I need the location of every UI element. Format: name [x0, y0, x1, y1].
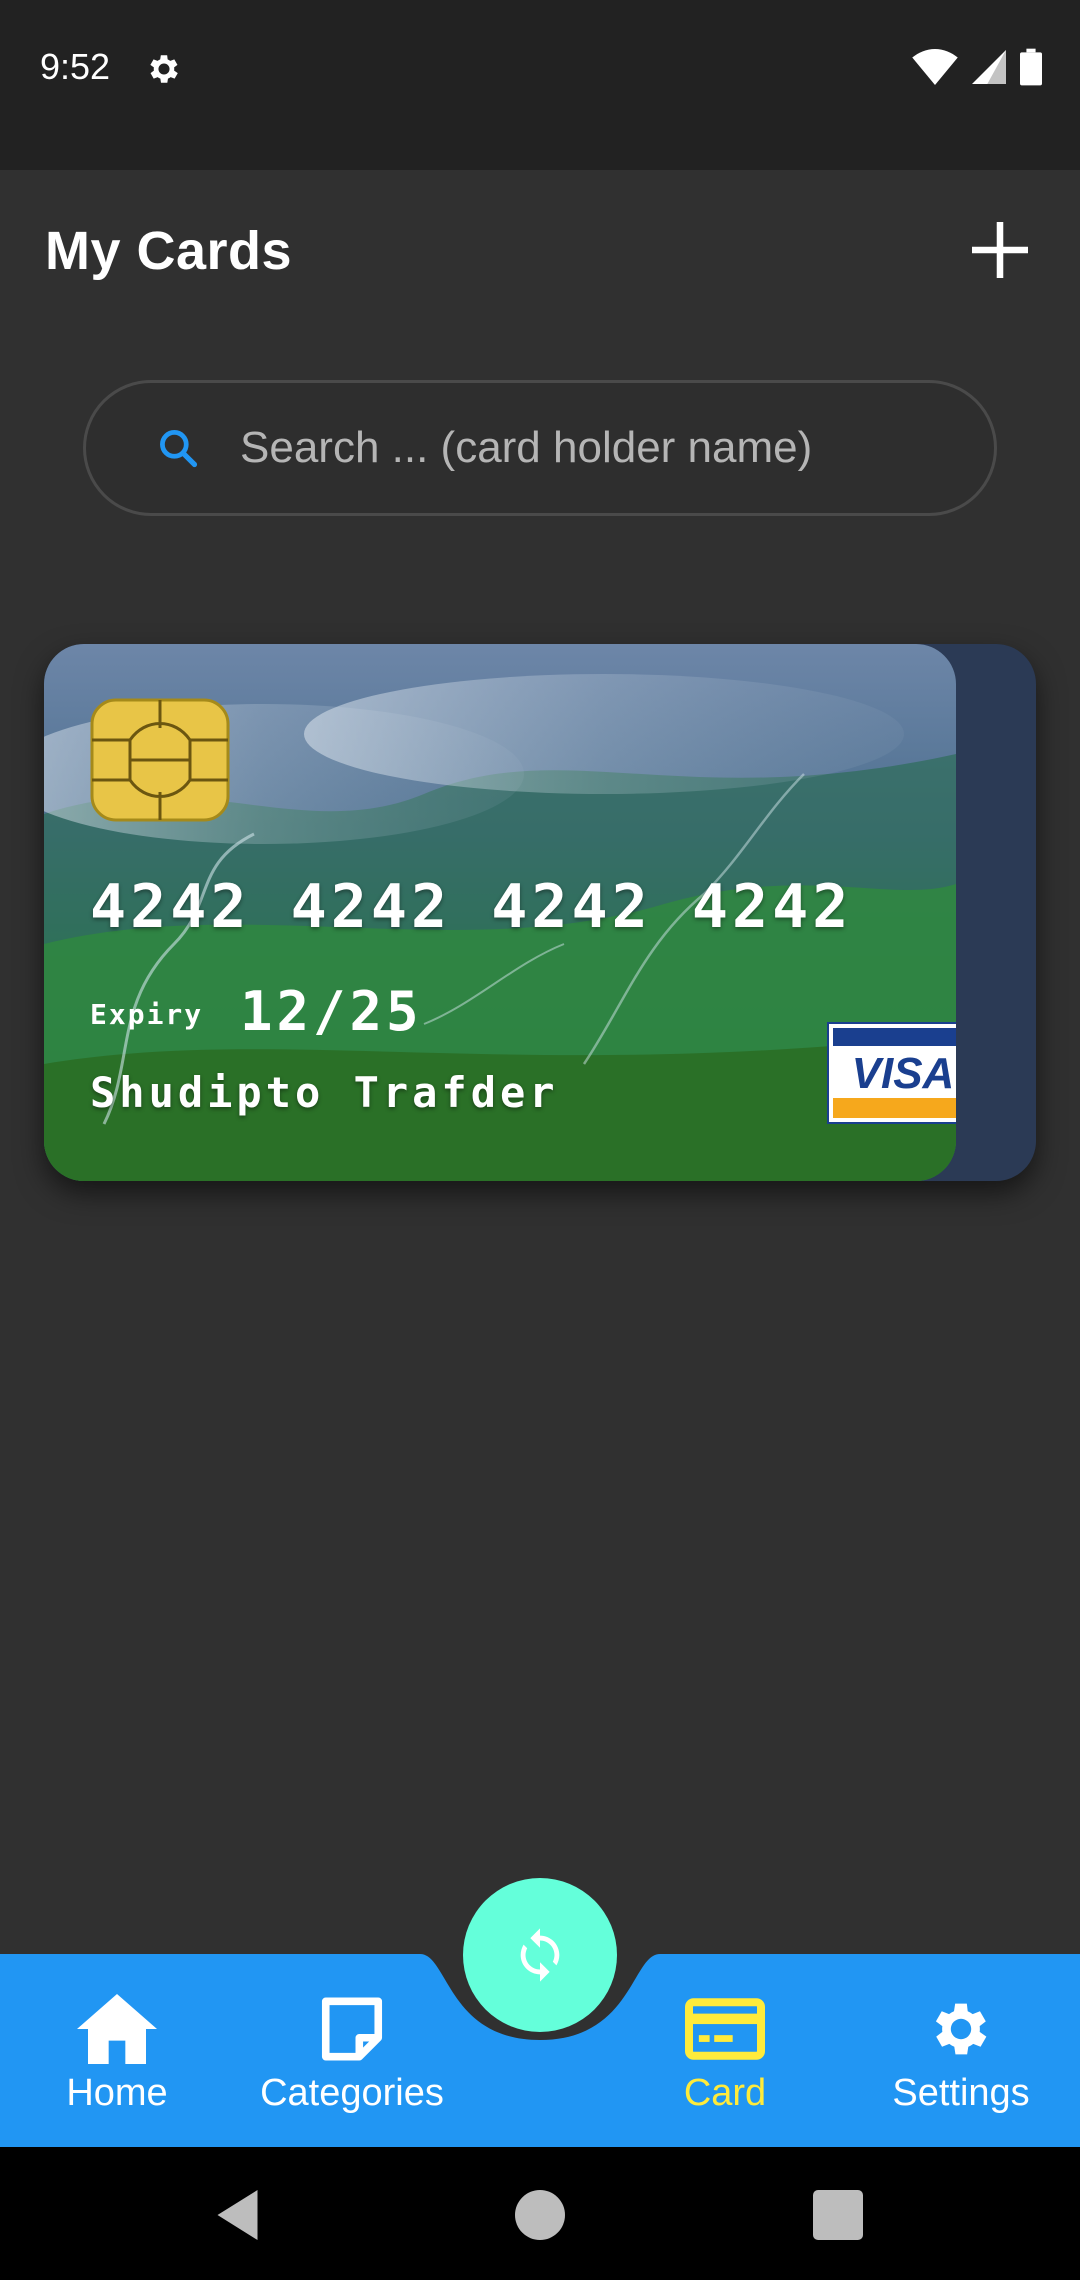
search-icon	[160, 430, 198, 468]
card-holder-name: Shudipto Trafder	[90, 1068, 559, 1117]
note-icon	[321, 1997, 383, 2061]
nav-item-categories[interactable]: Categories	[252, 1954, 452, 2147]
page-title: My Cards	[45, 221, 293, 281]
expiry-value: 12/25	[240, 980, 423, 1043]
settings-icon	[150, 55, 178, 83]
credit-card[interactable]: 4242 4242 4242 4242 Expiry 12/25 Shudipt…	[44, 644, 1036, 1181]
nav-item-home[interactable]: Home	[17, 1954, 217, 2147]
app-bar: My Cards	[0, 170, 1080, 330]
card-chip-icon	[90, 698, 230, 822]
home-icon	[77, 1994, 157, 2064]
nav-label-settings: Settings	[892, 2072, 1030, 2114]
nav-label-categories: Categories	[260, 2072, 444, 2114]
card-number: 4242 4242 4242 4242	[90, 872, 853, 942]
nav-label-card: Card	[683, 2072, 767, 2114]
search-input[interactable]	[240, 408, 994, 488]
status-time: 9:52	[40, 46, 111, 87]
search-bar[interactable]	[83, 380, 997, 516]
sync-icon	[520, 1928, 560, 1982]
status-bar: 9:52	[0, 0, 1080, 170]
visa-logo-icon: VISA	[827, 1022, 956, 1124]
card-front[interactable]: 4242 4242 4242 4242 Expiry 12/25 Shudipt…	[44, 644, 956, 1181]
nav-label-home: Home	[66, 2072, 168, 2114]
battery-icon	[1020, 48, 1042, 86]
nav-item-settings[interactable]: Settings	[861, 1954, 1061, 2147]
back-icon[interactable]	[210, 2185, 270, 2245]
plus-icon	[972, 222, 1028, 278]
wifi-icon	[912, 49, 958, 85]
system-navigation-bar	[0, 2147, 1080, 2280]
expiry-label: Expiry	[90, 998, 204, 1031]
home-circle-icon[interactable]	[510, 2185, 570, 2245]
credit-card-icon	[685, 1998, 765, 2060]
nav-item-card[interactable]: Card	[625, 1954, 825, 2147]
svg-text:VISA: VISA	[852, 1049, 955, 1098]
add-card-button[interactable]	[960, 210, 1040, 290]
settings-icon	[935, 2003, 987, 2055]
sync-fab-button[interactable]	[463, 1878, 617, 2032]
recents-icon[interactable]	[808, 2185, 868, 2245]
signal-icon	[972, 50, 1006, 84]
